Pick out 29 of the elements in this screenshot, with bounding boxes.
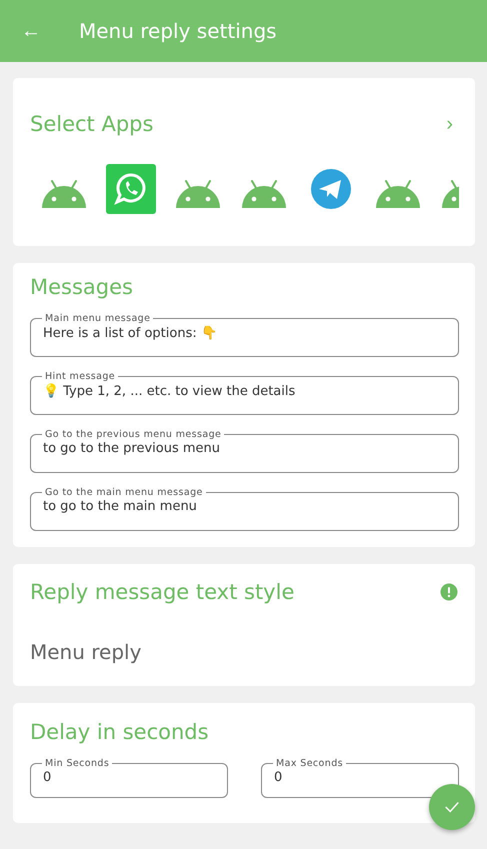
number-field[interactable]: Min Seconds 0 — [30, 758, 228, 798]
section-title: Reply message text style — [30, 580, 294, 604]
field-label: Hint message — [44, 371, 116, 382]
text-style-value[interactable]: Menu reply — [30, 640, 459, 664]
field-label: Min Seconds — [44, 758, 110, 769]
field-value: to go to the previous menu — [43, 441, 222, 456]
section-title: Delay in seconds — [30, 720, 210, 744]
field-value: to go to the main menu — [43, 499, 198, 514]
alert-icon[interactable] — [440, 583, 458, 601]
field-value: 0 — [43, 770, 52, 785]
android-icon[interactable] — [240, 179, 288, 209]
text-field[interactable]: Main menu message Here is a list of options: 👇 — [30, 313, 459, 357]
field-value: Here is a list of options: 👇 — [43, 325, 218, 341]
android-icon[interactable] — [174, 179, 222, 209]
screen-title: Menu reply settings — [79, 19, 277, 43]
field-value: 0 — [274, 770, 284, 785]
text-field[interactable]: Go to the main menu message to go to the main menu — [30, 487, 459, 531]
field-label: Max Seconds — [275, 758, 344, 769]
field-value: 💡 Type 1, 2, ... etc. to view the details — [43, 383, 296, 399]
android-icon[interactable] — [40, 179, 88, 209]
text-field[interactable]: Hint message 💡 Type 1, 2, ... etc. to view the details — [30, 371, 459, 415]
chat-bubble-icon[interactable] — [106, 164, 156, 214]
field-label: Go to the main menu message — [44, 487, 204, 498]
field-label: Main menu message — [44, 313, 152, 324]
field-label: Go to the previous menu message — [44, 429, 222, 440]
text-field[interactable]: Go to the previous menu message to go to the previous menu — [30, 429, 459, 473]
section-title: Messages — [30, 275, 134, 299]
section-title: Select Apps — [30, 112, 154, 136]
android-icon[interactable] — [374, 179, 422, 209]
